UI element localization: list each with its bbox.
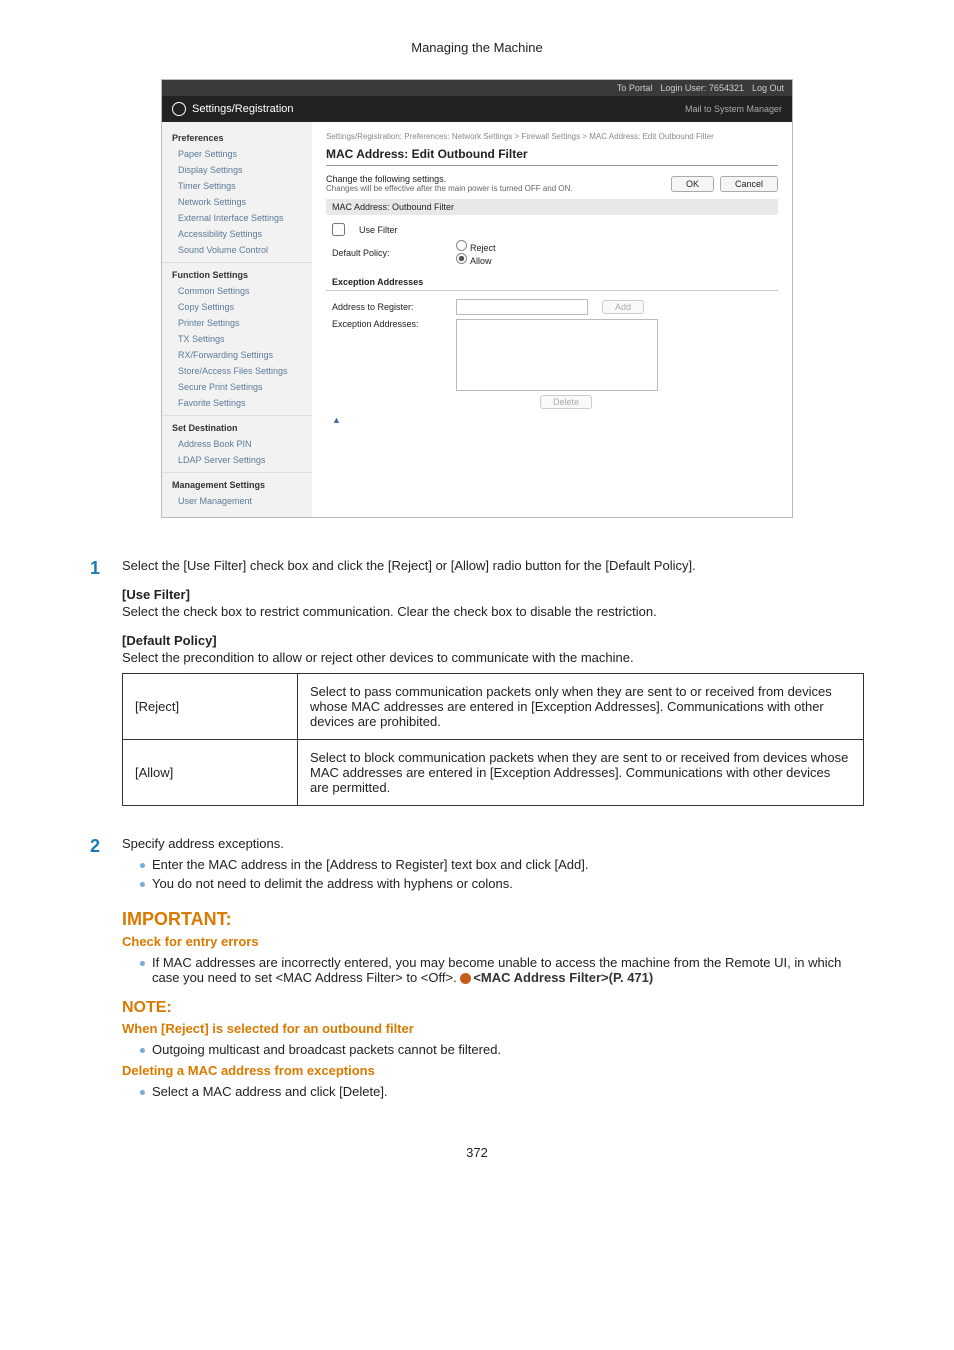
use-filter-heading: [Use Filter] — [122, 587, 864, 602]
note-heading: NOTE: — [122, 999, 864, 1017]
sidebar-item[interactable]: RX/Forwarding Settings — [162, 347, 312, 363]
delete-button[interactable]: Delete — [540, 395, 592, 409]
exception-addresses-list[interactable] — [456, 319, 658, 391]
use-filter-checkbox[interactable] — [332, 223, 345, 236]
note-bullet-1: Outgoing multicast and broadcast packets… — [140, 1042, 864, 1057]
login-user-label: Login User: 7654321 — [660, 83, 744, 93]
reject-radio[interactable] — [456, 240, 467, 251]
sidebar-item[interactable]: Sound Volume Control — [162, 242, 312, 258]
sidebar-group-head: Preferences — [162, 130, 312, 146]
add-button[interactable]: Add — [602, 300, 644, 314]
step-2-number: 2 — [90, 836, 106, 1105]
sidebar-item[interactable]: LDAP Server Settings — [162, 452, 312, 468]
exception-addresses-section: Exception Addresses — [326, 274, 778, 291]
note-sub-2: Deleting a MAC address from exceptions — [122, 1063, 864, 1078]
to-portal-link[interactable]: To Portal — [617, 83, 653, 93]
sidebar-item[interactable]: Accessibility Settings — [162, 226, 312, 242]
sidebar-item[interactable]: Secure Print Settings — [162, 379, 312, 395]
sidebar-item[interactable]: Paper Settings — [162, 146, 312, 162]
sidebar-item[interactable]: Display Settings — [162, 162, 312, 178]
settings-registration-title: Settings/Registration — [192, 103, 294, 115]
link-icon — [460, 973, 471, 984]
reject-label: Reject — [470, 243, 496, 253]
default-policy-label: Default Policy: — [332, 248, 442, 258]
sidebar-item[interactable]: Copy Settings — [162, 299, 312, 315]
sidebar-group-head: Set Destination — [162, 420, 312, 436]
page-header: Managing the Machine — [90, 40, 864, 55]
check-entry-errors-heading: Check for entry errors — [122, 934, 864, 949]
mac-filter-link[interactable]: <MAC Address Filter>(P. 471) — [473, 970, 653, 985]
default-policy-description: Select the precondition to allow or reje… — [122, 650, 864, 665]
change-settings-label: Change the following settings. — [326, 174, 573, 184]
page-title: MAC Address: Edit Outbound Filter — [326, 147, 778, 166]
gear-icon — [172, 102, 186, 116]
sidebar-item[interactable]: Network Settings — [162, 194, 312, 210]
important-heading: IMPORTANT: — [122, 909, 864, 930]
remote-ui-screenshot: To Portal Login User: 7654321 Log Out Se… — [161, 79, 793, 518]
important-bullet: If MAC addresses are incorrectly entered… — [140, 955, 864, 985]
table-row: [Reject]Select to pass communication pac… — [123, 674, 864, 740]
back-to-top-icon[interactable]: ▲ — [326, 411, 778, 429]
step-2-text: Specify address exceptions. — [122, 836, 864, 851]
allow-cell-key: [Allow] — [123, 740, 298, 806]
default-policy-heading: [Default Policy] — [122, 633, 864, 648]
note-bullet-2: Select a MAC address and click [Delete]. — [140, 1084, 864, 1099]
mail-system-manager-link[interactable]: Mail to System Manager — [685, 104, 782, 114]
use-filter-label: Use Filter — [359, 225, 398, 235]
sidebar-item[interactable]: Timer Settings — [162, 178, 312, 194]
breadcrumb: Settings/Registration: Preferences: Netw… — [326, 132, 778, 141]
sidebar-item[interactable]: Favorite Settings — [162, 395, 312, 411]
sidebar-group-head: Function Settings — [162, 267, 312, 283]
ok-button[interactable]: OK — [671, 176, 714, 192]
reject-cell-key: [Reject] — [123, 674, 298, 740]
sidebar-item[interactable]: Store/Access Files Settings — [162, 363, 312, 379]
page-number: 372 — [90, 1145, 864, 1160]
allow-cell-val: Select to block communication packets wh… — [298, 740, 864, 806]
reject-cell-val: Select to pass communication packets onl… — [298, 674, 864, 740]
sidebar-group-head: Management Settings — [162, 477, 312, 493]
settings-content: Settings/Registration: Preferences: Netw… — [312, 122, 792, 517]
outbound-filter-section: MAC Address: Outbound Filter — [326, 199, 778, 215]
settings-sidebar: PreferencesPaper SettingsDisplay Setting… — [162, 122, 312, 517]
sidebar-item[interactable]: External Interface Settings — [162, 210, 312, 226]
sidebar-item[interactable]: Printer Settings — [162, 315, 312, 331]
step-2-bullet-2: You do not need to delimit the address w… — [140, 876, 864, 891]
cancel-button[interactable]: Cancel — [720, 176, 778, 192]
sidebar-item[interactable]: Common Settings — [162, 283, 312, 299]
sidebar-item[interactable]: Address Book PIN — [162, 436, 312, 452]
policy-table: [Reject]Select to pass communication pac… — [122, 673, 864, 806]
logout-link[interactable]: Log Out — [752, 83, 784, 93]
address-to-register-input[interactable] — [456, 299, 588, 315]
table-row: [Allow]Select to block communication pac… — [123, 740, 864, 806]
note-sub-1: When [Reject] is selected for an outboun… — [122, 1021, 864, 1036]
step-2-bullet-1: Enter the MAC address in the [Address to… — [140, 857, 864, 872]
allow-label: Allow — [470, 256, 492, 266]
address-to-register-label: Address to Register: — [332, 302, 442, 312]
sidebar-item[interactable]: TX Settings — [162, 331, 312, 347]
exception-addresses-label: Exception Addresses: — [332, 319, 442, 329]
restart-note: Changes will be effective after the main… — [326, 184, 573, 193]
allow-radio[interactable] — [456, 253, 467, 264]
step-1-number: 1 — [90, 558, 106, 822]
use-filter-description: Select the check box to restrict communi… — [122, 604, 864, 619]
sidebar-item[interactable]: User Management — [162, 493, 312, 509]
step-1-text: Select the [Use Filter] check box and cl… — [122, 558, 864, 573]
